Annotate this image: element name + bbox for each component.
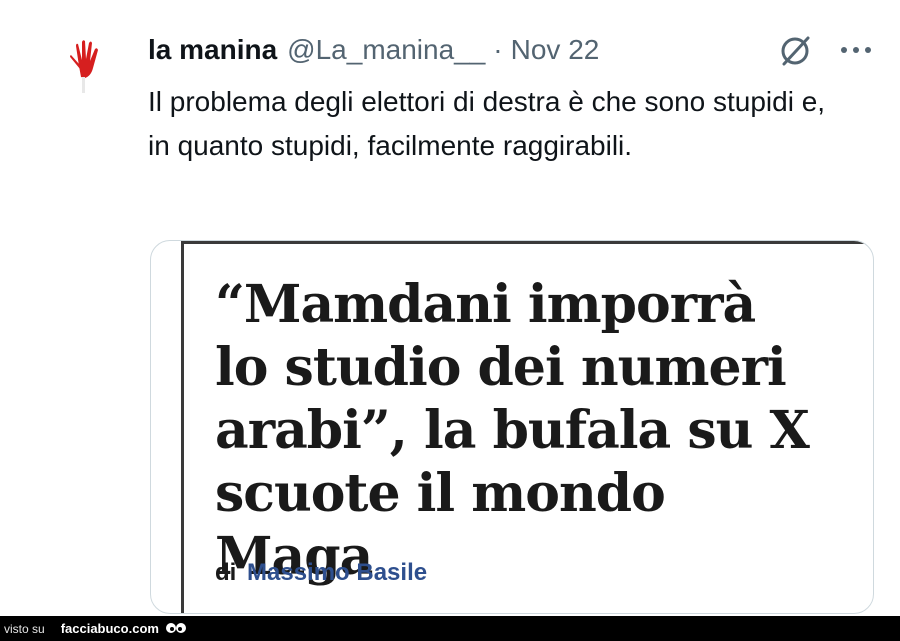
watermark-prefix: visto su [4, 621, 45, 636]
article-headline: “Mamdani imporrà lo studio dei numeri ar… [215, 274, 810, 587]
article-card[interactable]: “Mamdani imporrà lo studio dei numeri ar… [150, 240, 874, 614]
card-left-bar [181, 241, 184, 613]
display-name[interactable]: la manina [148, 34, 277, 66]
card-top-border [181, 241, 873, 244]
eyes-icon [165, 622, 186, 633]
grok-icon[interactable] [775, 31, 815, 71]
user-handle[interactable]: @La_manina__ [287, 34, 485, 66]
watermark-bar: visto su facciabuco.com [0, 616, 900, 641]
tweet-date[interactable]: Nov 22 [511, 34, 600, 66]
byline-author: Massimo Basile [247, 559, 428, 586]
more-options-icon[interactable] [836, 36, 876, 64]
red-hand-icon [70, 40, 98, 93]
article-byline: di Massimo Basile [215, 559, 427, 587]
separator-dot: · [493, 34, 503, 65]
avatar[interactable] [52, 36, 118, 102]
watermark-brand: facciabuco.com [60, 621, 159, 636]
tweet-text: Il problema degli elettori di destra è c… [148, 86, 826, 161]
tweet-header: la manina @La_manina__ · Nov 22 [148, 30, 599, 70]
byline-prefix: di [215, 559, 237, 586]
